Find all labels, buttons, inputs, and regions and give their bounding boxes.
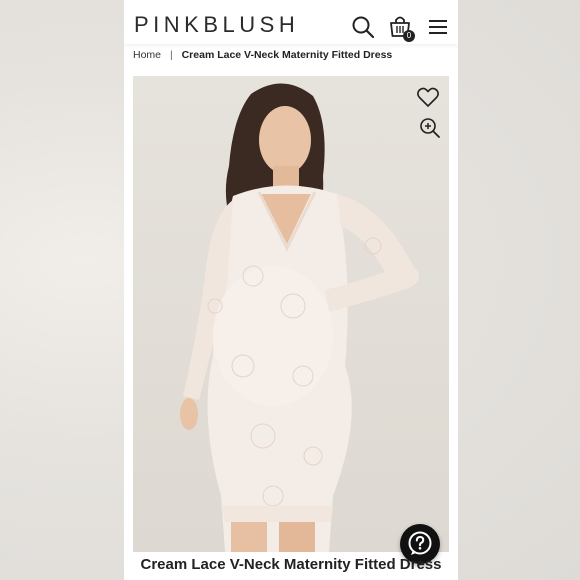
heart-icon [417, 87, 439, 107]
menu-button[interactable] [425, 14, 451, 40]
brand-logo[interactable]: PINKBLUSH [134, 12, 299, 38]
mobile-page: PINKBLUSH 0 Home | Cream Lace V-Neck Mat… [124, 0, 458, 580]
search-icon [352, 16, 375, 39]
breadcrumb-separator: | [169, 49, 173, 61]
zoom-image-button[interactable] [418, 116, 442, 140]
product-title: Cream Lace V-Neck Maternity Fitted Dress [140, 556, 442, 573]
cart-button[interactable]: 0 [387, 14, 415, 42]
site-header: PINKBLUSH 0 [124, 6, 458, 44]
model-photo-illustration [180, 83, 420, 552]
breadcrumb-current: Cream Lace V-Neck Maternity Fitted Dress [181, 49, 393, 61]
zoom-in-icon [420, 118, 440, 138]
add-to-wishlist-button[interactable] [416, 85, 440, 109]
cart-count-badge: 0 [403, 30, 415, 42]
breadcrumb-home-link[interactable]: Home [133, 49, 161, 61]
breadcrumb: Home | Cream Lace V-Neck Maternity Fitte… [133, 49, 392, 61]
search-button[interactable] [350, 14, 376, 40]
product-image[interactable] [133, 76, 449, 552]
menu-icon [429, 20, 447, 34]
